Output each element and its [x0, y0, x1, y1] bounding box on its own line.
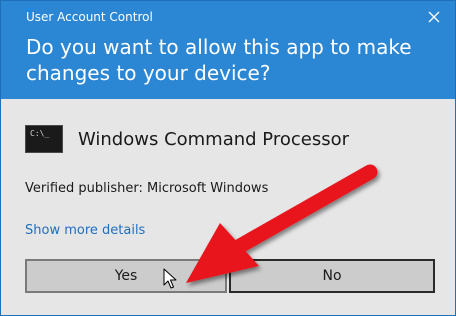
show-more-details-link[interactable]: Show more details: [25, 223, 145, 238]
no-button[interactable]: No: [229, 259, 435, 293]
dialog-header: User Account Control Do you want to allo…: [1, 1, 455, 99]
uac-dialog: User Account Control Do you want to allo…: [0, 0, 456, 316]
yes-button[interactable]: Yes: [25, 259, 227, 293]
close-icon: [428, 11, 440, 23]
prompt-question: Do you want to allow this app to make ch…: [26, 35, 412, 85]
command-prompt-icon-text: C:\_: [30, 129, 50, 138]
yes-button-label: Yes: [114, 268, 138, 284]
command-prompt-icon: C:\_: [25, 125, 63, 153]
app-name: Windows Command Processor: [78, 129, 350, 150]
close-button[interactable]: [423, 6, 445, 28]
publisher-label: Verified publisher: Microsoft Windows: [25, 181, 269, 196]
no-button-label: No: [322, 268, 342, 284]
window-title: User Account Control: [26, 10, 153, 24]
